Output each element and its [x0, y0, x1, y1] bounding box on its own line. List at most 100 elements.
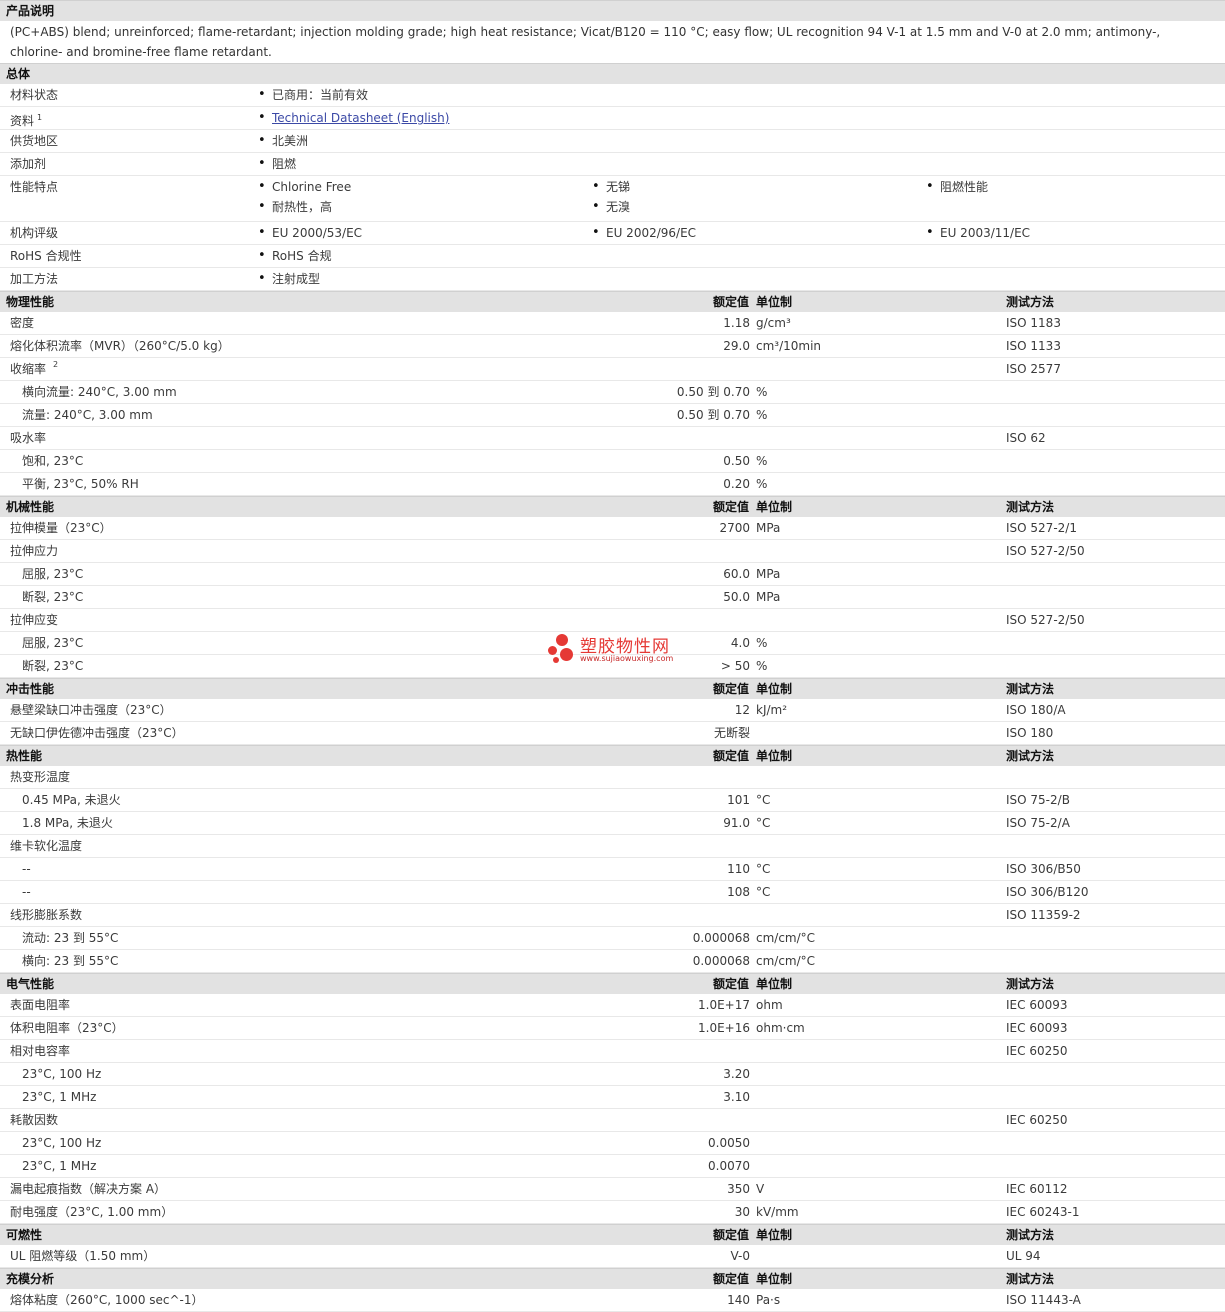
property-label: 拉伸应变: [10, 613, 59, 627]
property-label: 熔化体积流率（MVR）（260°C/5.0 kg）: [10, 339, 230, 353]
test-method: ISO 527-2/50: [1006, 544, 1085, 558]
property-label: 饱和, 23°C: [22, 454, 84, 468]
property-value: 0.000068: [692, 954, 750, 968]
property-row: -- 110 °C ISO 306/B50: [0, 858, 1225, 881]
property-row: 熔体粘度（260°C, 1000 sec^-1） 140 Pa·s ISO 11443…: [0, 1289, 1225, 1312]
test-method: UL 94: [1006, 1249, 1041, 1263]
general-row: 性能特点 Chlorine Free 无锑 阻燃性能耐热性，高 无溴: [0, 176, 1225, 222]
property-row: -- 108 °C ISO 306/B120: [0, 881, 1225, 904]
general-row: 添加剂 阻燃: [0, 153, 1225, 176]
property-label: 耗散因数: [10, 1113, 59, 1127]
property-label: 平衡, 23°C, 50% RH: [22, 477, 139, 491]
test-method: IEC 60112: [1006, 1182, 1068, 1196]
property-label: 拉伸应力: [10, 544, 59, 558]
test-method: ISO 1183: [1006, 316, 1061, 330]
general-table: 材料状态 已商用：当前有效资料1 Technical Datasheet (Engl…: [0, 84, 1225, 291]
general-item: 无溴: [592, 196, 630, 218]
property-row: 热变形温度: [0, 766, 1225, 789]
test-method: ISO 75-2/A: [1006, 816, 1070, 830]
general-item: 无锑: [592, 176, 630, 198]
property-value: 0.50 到 0.70: [676, 408, 750, 422]
section-title: 热性能: [6, 749, 43, 763]
general-row: 机构评级 EU 2000/53/EC EU 2002/96/EC EU 2003/11…: [0, 222, 1225, 245]
property-value: > 50: [720, 659, 750, 673]
nominal-header: 额定值: [712, 1272, 749, 1286]
property-unit: MPa: [756, 590, 781, 604]
general-item-text: 无溴: [606, 200, 631, 214]
property-row: 吸水率 ISO 62: [0, 427, 1225, 450]
section-header: 物理性能 额定值 单位制 测试方法: [0, 291, 1225, 312]
property-unit: %: [756, 477, 768, 491]
unit-header: 单位制: [756, 1272, 793, 1286]
general-row-label: RoHS 合规性: [10, 249, 82, 263]
property-value: 110: [727, 862, 750, 876]
nominal-header: 额定值: [712, 500, 749, 514]
property-label: --: [22, 885, 31, 899]
property-value: 108: [727, 885, 750, 899]
property-value: 91.0: [723, 816, 750, 830]
general-item-text: EU 2003/11/EC: [940, 226, 1031, 240]
product-description: (PC+ABS) blend; unreinforced; flame-reta…: [10, 25, 1161, 59]
test-method: ISO 62: [1006, 431, 1046, 445]
property-unit: %: [756, 659, 768, 673]
test-method: IEC 60243-1: [1006, 1205, 1080, 1219]
watermark-url: www.sujiaowuxing.com: [580, 654, 674, 663]
general-item: 北美洲: [258, 130, 308, 152]
property-sections: 物理性能 额定值 单位制 测试方法 密度 1.18 g/cm³ ISO 1183 熔化体积流率（…: [0, 291, 1225, 1312]
property-unit: ohm·cm: [756, 1021, 805, 1035]
property-unit: %: [756, 454, 768, 468]
property-unit: %: [756, 385, 768, 399]
general-item: EU 2002/96/EC: [592, 222, 696, 244]
property-value: 60.0: [723, 567, 750, 581]
general-item-text: 阻燃: [272, 157, 297, 171]
general-item-text: 阻燃性能: [940, 180, 989, 194]
general-row: 加工方法 注射成型: [0, 268, 1225, 291]
property-row: 屈服, 23°C 60.0 MPa: [0, 563, 1225, 586]
section-title: 冲击性能: [6, 682, 55, 696]
test-method: ISO 11443-A: [1006, 1293, 1081, 1307]
property-value: 140: [727, 1293, 750, 1307]
property-label: 相对电容率: [10, 1044, 71, 1058]
property-value: 无断裂: [713, 726, 750, 740]
unit-header: 单位制: [756, 977, 793, 991]
property-row: 流动: 23 到 55°C 0.000068 cm/cm/°C: [0, 927, 1225, 950]
general-row-label: 机构评级: [10, 226, 59, 240]
general-title: 总体: [6, 67, 31, 81]
section-header: 热性能 额定值 单位制 测试方法: [0, 745, 1225, 766]
unit-header: 单位制: [756, 682, 793, 696]
general-row: RoHS 合规性 RoHS 合规: [0, 245, 1225, 268]
property-value: 3.20: [723, 1067, 750, 1081]
test-method: ISO 527-2/1: [1006, 521, 1077, 535]
watermark: 塑胶物性网 www.sujiaowuxing.com: [548, 632, 688, 668]
watermark-logo-icon: [548, 634, 576, 664]
property-row: UL 阻燃等级（1.50 mm） V-0 UL 94: [0, 1245, 1225, 1268]
general-item: RoHS 合规: [258, 245, 332, 267]
property-value: 101: [727, 793, 750, 807]
property-unit: cm³/10min: [756, 339, 822, 353]
section-title: 可燃性: [6, 1228, 43, 1242]
property-value: V-0: [730, 1249, 750, 1263]
property-unit: MPa: [756, 521, 781, 535]
property-value: 0.0050: [708, 1136, 750, 1150]
nominal-header: 额定值: [712, 1228, 749, 1242]
test-method: ISO 306/B120: [1006, 885, 1089, 899]
method-header: 测试方法: [1006, 977, 1055, 991]
property-label: 悬壁梁缺口冲击强度（23°C）: [10, 703, 172, 717]
property-row: 平衡, 23°C, 50% RH 0.20%: [0, 473, 1225, 496]
general-item: 耐热性，高: [258, 196, 332, 218]
property-label: 线形膨胀系数: [10, 908, 83, 922]
property-label: 收缩率: [10, 362, 47, 376]
property-unit: cm/cm/°C: [756, 954, 816, 968]
general-row-label: 供货地区: [10, 134, 59, 148]
property-row: 0.45 MPa, 未退火 101 °C ISO 75-2/B: [0, 789, 1225, 812]
datasheet-link-text[interactable]: Technical Datasheet (English): [272, 111, 449, 125]
datasheet-link[interactable]: Technical Datasheet (English): [258, 107, 449, 129]
property-value: 2700: [719, 521, 750, 535]
property-label: 屈服, 23°C: [22, 636, 84, 650]
property-label: 漏电起痕指数（解决方案 A）: [10, 1182, 167, 1196]
property-label: 屈服, 23°C: [22, 567, 84, 581]
property-row: 收缩率 2 ISO 2577: [0, 358, 1225, 381]
property-value: 0.0070: [708, 1159, 750, 1173]
test-method: ISO 180: [1006, 726, 1054, 740]
test-method: ISO 306/B50: [1006, 862, 1081, 876]
